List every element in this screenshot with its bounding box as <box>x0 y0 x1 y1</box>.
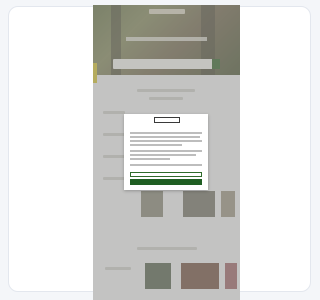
dialog-text-line <box>130 144 182 146</box>
accept-all-button[interactable] <box>130 179 202 185</box>
dialog-text-line <box>130 132 202 134</box>
cookie-settings-button[interactable] <box>130 172 202 177</box>
dialog-text-line <box>130 164 202 166</box>
dialog-text-line <box>130 136 200 138</box>
dialog-text-line <box>130 150 202 152</box>
dialog-text-line <box>130 154 196 156</box>
dialog-text-line <box>130 158 170 160</box>
cookie-consent-dialog <box>124 114 208 190</box>
dialog-text-line <box>130 140 202 142</box>
brand-logo <box>154 117 180 123</box>
